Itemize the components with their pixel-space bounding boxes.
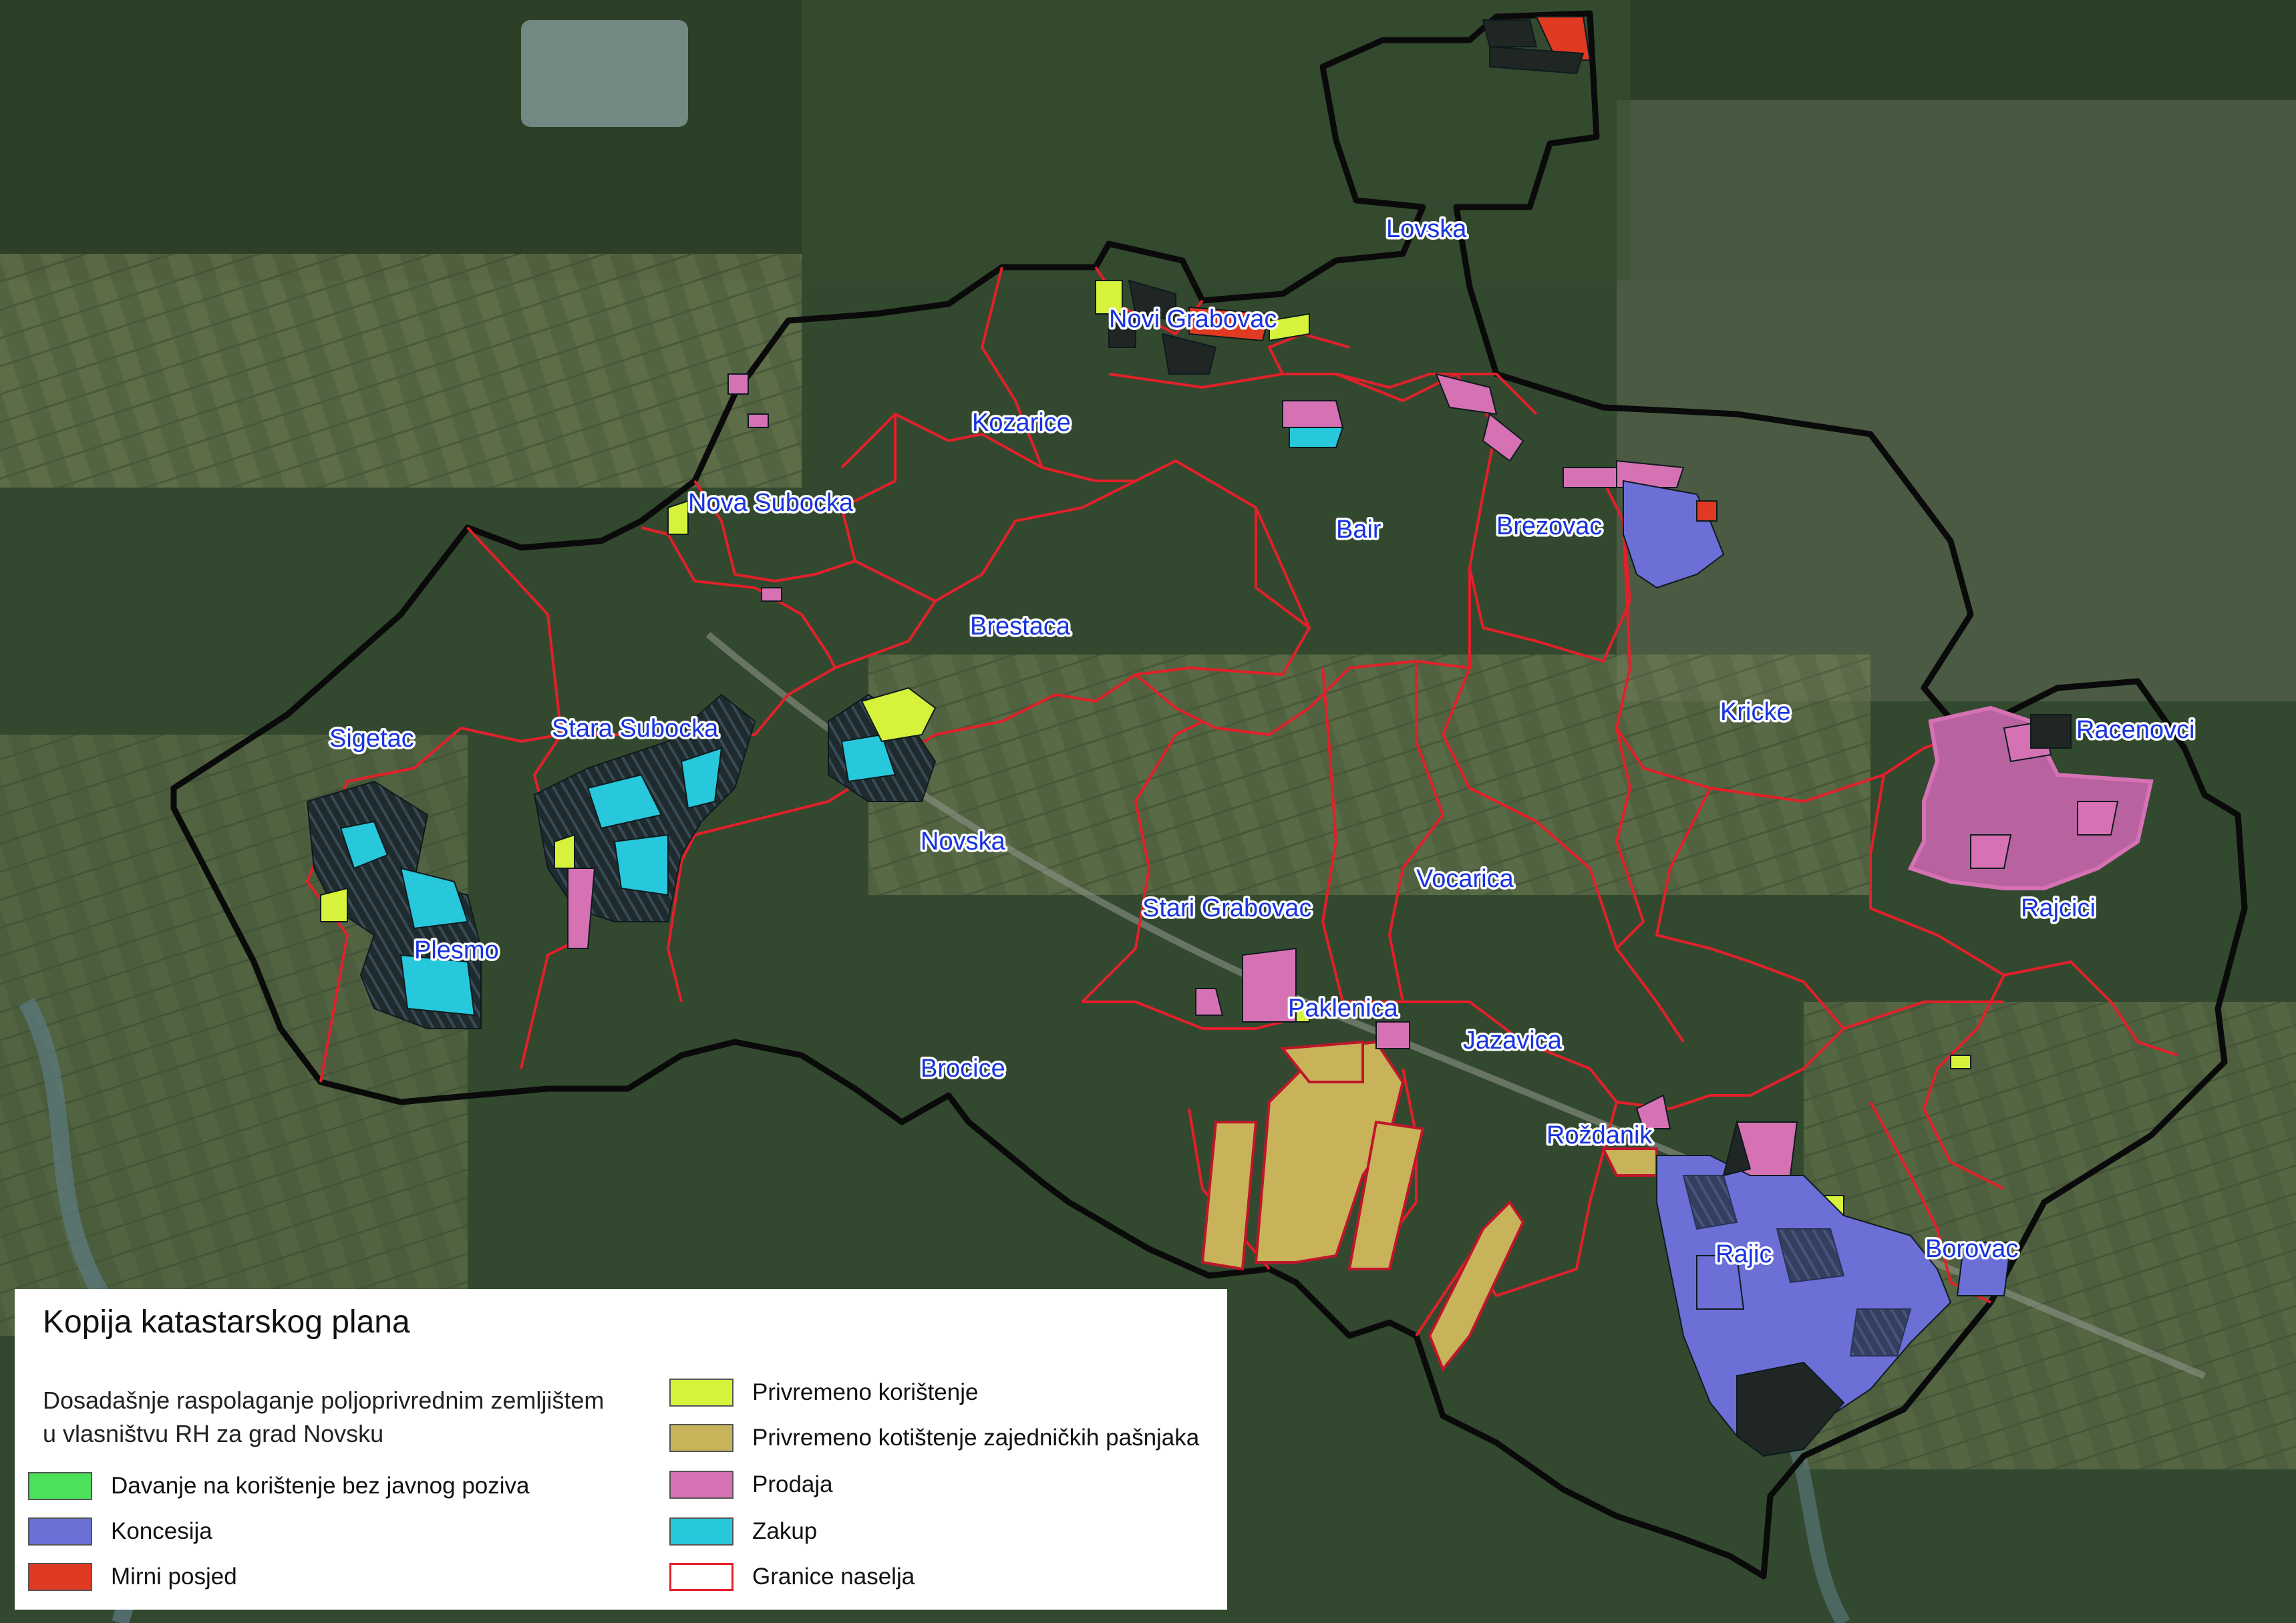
place-label: Stari Grabovac — [1142, 894, 1311, 922]
legend-item-label: Mirni posjed — [111, 1564, 237, 1590]
place-label: Brezovac — [1496, 512, 1602, 540]
legend-item-label: Granice naselja — [752, 1564, 915, 1590]
place-label: Novi Grabovac — [1109, 305, 1277, 333]
legend-item-privremeno-koristenje: Privremeno korištenje — [669, 1376, 978, 1409]
legend-item-label: Prodaja — [752, 1471, 833, 1497]
legend-swatch — [669, 1563, 733, 1591]
legend-swatch — [669, 1517, 733, 1546]
legend-title: Kopija katastarskog plana — [43, 1304, 410, 1340]
legend-item-granice-naselja: Granice naselja — [669, 1560, 915, 1594]
legend-swatch — [669, 1379, 733, 1407]
legend-item-label: Davanje na korištenje bez javnog poziva — [111, 1473, 530, 1499]
place-label: Rajic — [1715, 1240, 1772, 1268]
place-label: Lovska — [1386, 215, 1467, 243]
place-label: Borovac — [1925, 1235, 2018, 1263]
legend-item-mirni-posjed: Mirni posjed — [28, 1560, 237, 1594]
legend-subtitle-line: u vlasništvu RH za grad Novsku — [43, 1420, 384, 1447]
map-legend: Kopija katastarskog plana Dosadašnje ras… — [15, 1289, 1227, 1610]
legend-swatch — [28, 1563, 92, 1591]
legend-item-koncesija: Koncesija — [28, 1515, 212, 1548]
place-label: Rajcici — [2021, 894, 2096, 922]
legend-swatch — [669, 1471, 733, 1499]
legend-item-zakup: Zakup — [669, 1515, 817, 1548]
legend-swatch — [28, 1472, 92, 1500]
place-label: Brestaca — [970, 612, 1071, 641]
place-label: Nova Subocka — [688, 489, 854, 517]
place-label: Kricke — [1720, 698, 1791, 726]
place-label: Jazavica — [1463, 1027, 1563, 1055]
place-label: Paklenica — [1288, 995, 1399, 1023]
place-label: Sigetac — [329, 725, 414, 753]
place-label: Roždanik — [1546, 1121, 1653, 1149]
place-label: Novska — [921, 828, 1006, 856]
legend-item-label: Privremeno kotištenje zajedničkih pašnja… — [752, 1425, 1200, 1451]
place-label: Bair — [1336, 516, 1381, 544]
place-label: Stara Subocka — [552, 715, 719, 743]
legend-item-pasnjaci: Privremeno kotištenje zajedničkih pašnja… — [669, 1421, 1199, 1455]
place-label: Kozarice — [972, 409, 1071, 437]
legend-subtitle: Dosadašnje raspolaganje poljoprivrednim … — [43, 1384, 684, 1451]
legend-swatch — [28, 1517, 92, 1546]
place-label: Plesmo — [414, 936, 499, 964]
legend-subtitle-line: Dosadašnje raspolaganje poljoprivrednim … — [43, 1387, 605, 1414]
legend-item-label: Koncesija — [111, 1518, 212, 1544]
legend-item-label: Zakup — [752, 1518, 818, 1544]
legend-item-davanje: Davanje na korištenje bez javnog poziva — [28, 1469, 530, 1503]
legend-swatch — [669, 1424, 733, 1452]
place-label: Vocarica — [1416, 865, 1514, 893]
legend-item-prodaja: Prodaja — [669, 1468, 833, 1501]
legend-item-label: Privremeno korištenje — [752, 1379, 979, 1405]
place-label: Racenovci — [2076, 716, 2194, 744]
place-label: Brocice — [921, 1055, 1005, 1083]
